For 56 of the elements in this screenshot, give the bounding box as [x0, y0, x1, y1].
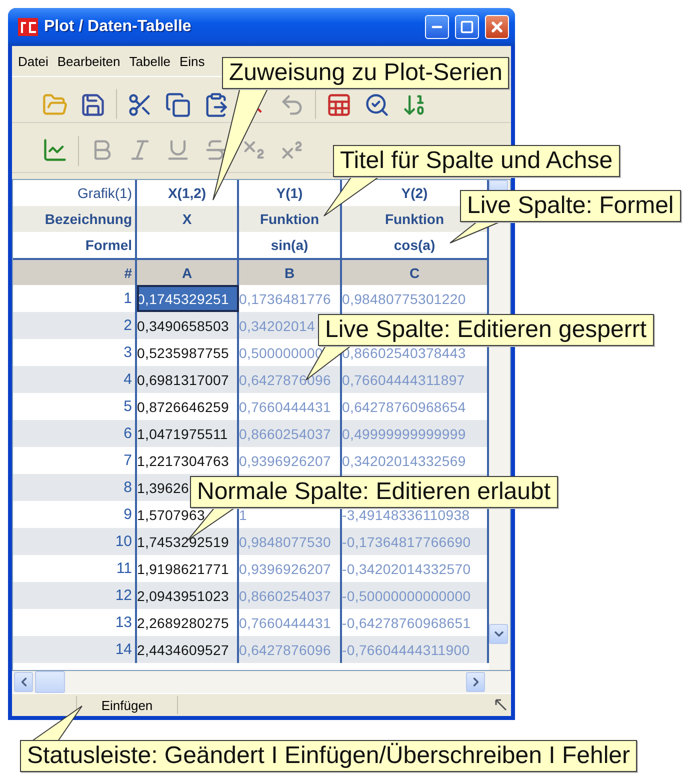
menu-item[interactable]: Datei — [18, 54, 48, 68]
table-cell[interactable]: -3,49148336110938 — [342, 506, 470, 522]
table-cell[interactable]: 0,8726646259 — [137, 398, 229, 414]
maximize-button[interactable] — [455, 15, 479, 39]
table-cell[interactable]: 0,64278760968654 — [342, 398, 466, 414]
callout-pointer — [30, 706, 82, 742]
minimize-button[interactable] — [425, 15, 449, 39]
table-cell[interactable]: -0,64278760968651 — [342, 614, 471, 630]
table-cell[interactable]: 0,500000000 — [239, 344, 323, 360]
table-cell[interactable]: 0,1736481776 — [239, 290, 331, 306]
table-cell[interactable]: 0,9396926207 — [239, 560, 331, 576]
table-cell[interactable]: -0,34202014332570 — [342, 560, 471, 576]
table-cell[interactable]: 0,86602540378443 — [342, 344, 466, 360]
row-label: Bezeichnung — [13, 206, 137, 232]
row-number: 14 — [13, 636, 137, 663]
scroll-left-button[interactable] — [14, 672, 33, 692]
horizontal-scrollbar[interactable] — [12, 671, 511, 693]
close-button[interactable] — [485, 15, 509, 39]
row-number: 10 — [13, 528, 137, 555]
column-header[interactable]: C — [342, 258, 489, 287]
table-cell[interactable]: 0,98480775301220 — [342, 290, 466, 306]
column-header[interactable]: B — [239, 258, 342, 287]
scroll-thumb[interactable] — [35, 671, 65, 693]
table-cell[interactable]: 1 — [239, 506, 247, 522]
column-title: X — [137, 206, 239, 232]
menu-item[interactable]: Eins — [179, 54, 205, 68]
table-cell[interactable]: 1,5707963 — [137, 506, 205, 522]
row-number: 1 — [13, 285, 137, 312]
scroll-right-button[interactable] — [466, 672, 485, 692]
table-cell[interactable]: 2,2689280275 — [137, 614, 229, 630]
window-title: Plot / Daten-Tabelle — [44, 18, 192, 36]
resize-grip-icon[interactable] — [493, 697, 509, 713]
status-text: Einfügen — [101, 698, 153, 712]
table-cell[interactable]: 0,7660444431 — [239, 398, 331, 414]
close-icon — [489, 19, 505, 35]
row-number: 8 — [13, 474, 137, 501]
column-title: Funktion — [239, 206, 342, 232]
table-cell[interactable]: 1,2217304763 — [137, 452, 229, 468]
table-cell[interactable]: 0,7660444431 — [239, 614, 331, 630]
table-cell[interactable]: 1,9198621771 — [137, 560, 229, 576]
row-number: 12 — [13, 582, 137, 609]
row-number: 2 — [13, 312, 137, 339]
menu-item[interactable]: Bearbeiten — [57, 54, 120, 68]
callout: Zuweisung zu Plot-Serien — [222, 57, 510, 89]
row-number: 6 — [13, 420, 137, 447]
row-label: # — [13, 258, 137, 287]
app-logo-icon — [18, 18, 38, 36]
copy-icon[interactable] — [163, 91, 193, 119]
table-cell[interactable]: 0,34202014332569 — [342, 452, 466, 468]
row-number: 4 — [13, 366, 137, 393]
table-cell[interactable]: 0,5235987755 — [137, 344, 229, 360]
maximize-icon — [460, 20, 474, 34]
scroll-down-button[interactable] — [489, 624, 508, 644]
table-cell[interactable]: 0,9396926207 — [239, 452, 331, 468]
menu-item[interactable]: Tabelle — [129, 54, 170, 68]
column-header[interactable]: A — [137, 258, 239, 287]
